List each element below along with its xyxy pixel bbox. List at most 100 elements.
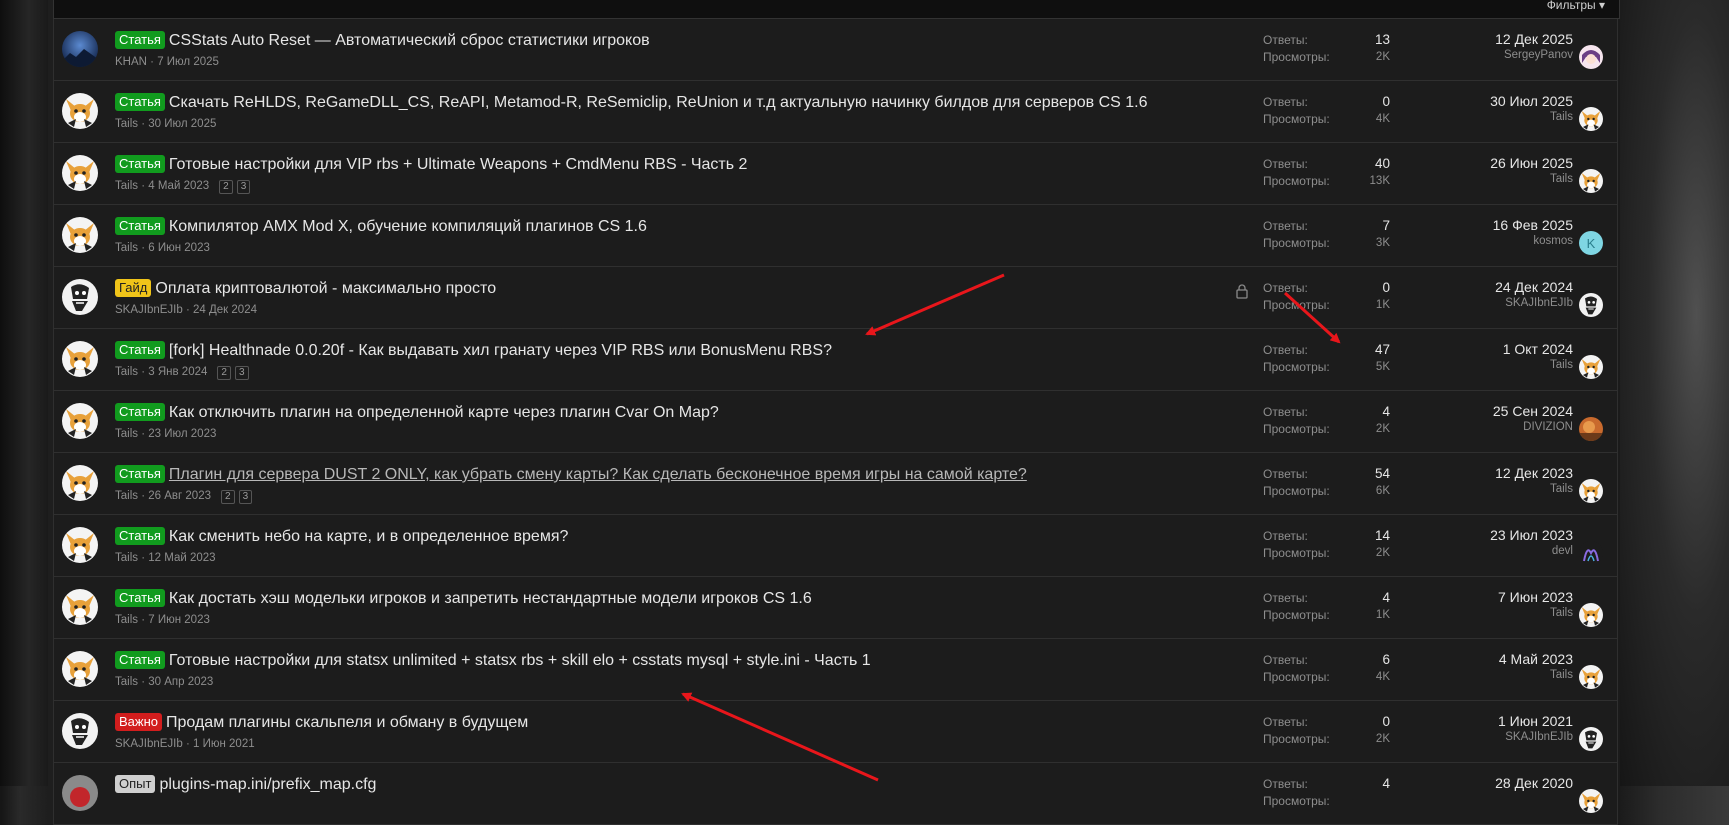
last-poster-avatar[interactable] xyxy=(1579,727,1603,751)
author-link[interactable]: Tails xyxy=(115,428,138,440)
author-link[interactable]: Tails xyxy=(115,118,138,130)
last-post-date[interactable]: 30 Июл 2025 xyxy=(1490,93,1573,111)
thread-row[interactable]: Статья Компилятор AMX Mod X, обучение ком… xyxy=(53,205,1618,267)
last-poster-avatar[interactable] xyxy=(1579,541,1603,565)
start-date[interactable]: 24 Дек 2024 xyxy=(193,304,257,316)
prefix-badge[interactable]: Опыт xyxy=(115,775,156,793)
last-post-date[interactable]: 28 Дек 2020 xyxy=(1495,775,1573,793)
thread-row[interactable]: Статья Как отключить плагин на определенн… xyxy=(53,391,1618,453)
author-avatar[interactable] xyxy=(62,155,98,191)
last-poster-avatar[interactable] xyxy=(1579,45,1603,69)
thread-title-link[interactable]: Скачать ReHLDS, ReGameDLL_CS, ReAPI, Met… xyxy=(169,94,1148,111)
last-post-date[interactable]: 25 Сен 2024 xyxy=(1493,403,1573,421)
thread-title-link[interactable]: Как достать хэш модельки игроков и запре… xyxy=(169,590,812,607)
thread-row[interactable]: Важно Продам плагины скальпеля и обману в… xyxy=(53,701,1618,763)
author-avatar[interactable] xyxy=(62,527,98,563)
thread-row[interactable]: Статья CSStats Auto Reset — Автоматически… xyxy=(53,19,1618,81)
author-link[interactable]: Tails xyxy=(115,614,138,626)
page-link[interactable]: 2 xyxy=(217,366,231,380)
start-date[interactable]: 3 Янв 2024 xyxy=(148,366,207,378)
last-poster-avatar[interactable] xyxy=(1579,603,1603,627)
last-post-date[interactable]: 23 Июл 2023 xyxy=(1490,527,1573,545)
start-date[interactable]: 7 Июл 2025 xyxy=(157,56,219,68)
last-post-date[interactable]: 12 Дек 2023 xyxy=(1495,465,1573,483)
thread-title-link[interactable]: Компилятор AMX Mod X, обучение компиляци… xyxy=(169,218,647,235)
author-avatar[interactable] xyxy=(62,651,98,687)
prefix-badge[interactable]: Важно xyxy=(115,713,163,731)
last-post-user[interactable]: SergeyPanov xyxy=(1495,49,1573,61)
page-link[interactable]: 2 xyxy=(219,180,233,194)
prefix-badge[interactable]: Статья xyxy=(115,403,165,421)
last-post-date[interactable]: 26 Июн 2025 xyxy=(1490,155,1573,173)
author-avatar[interactable] xyxy=(62,93,98,129)
prefix-badge[interactable]: Гайд xyxy=(115,279,152,297)
last-poster-avatar[interactable] xyxy=(1579,169,1603,193)
author-avatar[interactable] xyxy=(62,217,98,253)
page-link[interactable]: 3 xyxy=(236,180,251,194)
author-link[interactable]: Tails xyxy=(115,552,138,564)
last-poster-avatar[interactable] xyxy=(1579,665,1603,689)
last-post-date[interactable]: 16 Фев 2025 xyxy=(1493,217,1573,235)
thread-title-link[interactable]: Как сменить небо на карте, и в определен… xyxy=(169,528,568,545)
author-link[interactable]: Tails xyxy=(115,366,138,378)
last-post-date[interactable]: 7 Июн 2023 xyxy=(1498,589,1573,607)
last-post-user[interactable]: Tails xyxy=(1503,359,1573,371)
last-poster-avatar[interactable] xyxy=(1579,293,1603,317)
start-date[interactable]: 26 Авг 2023 xyxy=(148,490,211,502)
last-post-user[interactable]: devl xyxy=(1490,545,1573,557)
author-link[interactable]: Tails xyxy=(115,242,138,254)
last-poster-avatar[interactable] xyxy=(1579,417,1603,441)
thread-title-link[interactable]: [fork] Healthnade 0.0.20f - Как выдавать… xyxy=(169,342,832,359)
last-poster-avatar[interactable]: K xyxy=(1579,231,1603,255)
last-post-user[interactable]: SKAJIbnEJIb xyxy=(1498,731,1573,743)
prefix-badge[interactable]: Статья xyxy=(115,341,165,359)
thread-row[interactable]: Статья Как достать хэш модельки игроков и… xyxy=(53,577,1618,639)
thread-row[interactable]: Статья Готовые настройки для statsx unlim… xyxy=(53,639,1618,701)
thread-row[interactable]: Гайд Оплата криптовалютой - максимально п… xyxy=(53,267,1618,329)
last-post-date[interactable]: 12 Дек 2025 xyxy=(1495,31,1573,49)
author-avatar[interactable] xyxy=(62,403,98,439)
last-post-user[interactable]: kosmos xyxy=(1493,235,1573,247)
prefix-badge[interactable]: Статья xyxy=(115,589,165,607)
last-poster-avatar[interactable] xyxy=(1579,107,1603,131)
author-link[interactable]: Tails xyxy=(115,180,138,192)
thread-title-link[interactable]: Оплата криптовалютой - максимально прост… xyxy=(155,280,496,297)
author-avatar[interactable] xyxy=(62,775,98,811)
thread-title-link[interactable]: Продам плагины скальпеля и обману в буду… xyxy=(166,714,528,731)
start-date[interactable]: 30 Июл 2025 xyxy=(148,118,216,130)
prefix-badge[interactable]: Статья xyxy=(115,155,165,173)
last-post-user[interactable]: Tails xyxy=(1499,669,1573,681)
last-post-user[interactable]: Tails xyxy=(1495,483,1573,495)
start-date[interactable]: 7 Июн 2023 xyxy=(148,614,210,626)
author-avatar[interactable] xyxy=(62,589,98,625)
author-avatar[interactable] xyxy=(62,341,98,377)
start-date[interactable]: 6 Июн 2023 xyxy=(148,242,210,254)
start-date[interactable]: 1 Июн 2021 xyxy=(193,738,255,750)
last-post-user[interactable]: Tails xyxy=(1490,173,1573,185)
last-post-user[interactable]: Tails xyxy=(1490,111,1573,123)
start-date[interactable]: 23 Июл 2023 xyxy=(148,428,216,440)
thread-row[interactable]: Статья Скачать ReHLDS, ReGameDLL_CS, ReAP… xyxy=(53,81,1618,143)
last-post-date[interactable]: 1 Июн 2021 xyxy=(1498,713,1573,731)
author-avatar[interactable] xyxy=(62,465,98,501)
last-poster-avatar[interactable] xyxy=(1579,355,1603,379)
prefix-badge[interactable]: Статья xyxy=(115,527,165,545)
author-link[interactable]: Tails xyxy=(115,676,138,688)
last-post-date[interactable]: 24 Дек 2024 xyxy=(1495,279,1573,297)
thread-title-link[interactable]: Как отключить плагин на определенной кар… xyxy=(169,404,719,421)
filters-dropdown[interactable]: Фильтры ▾ xyxy=(1547,0,1605,12)
start-date[interactable]: 12 Май 2023 xyxy=(148,552,215,564)
author-avatar[interactable] xyxy=(62,31,98,67)
prefix-badge[interactable]: Статья xyxy=(115,217,165,235)
thread-title-link[interactable]: Готовые настройки для statsx unlimited +… xyxy=(169,652,871,669)
author-avatar[interactable] xyxy=(62,279,98,315)
thread-row[interactable]: Статья Готовые настройки для VIP rbs + Ul… xyxy=(53,143,1618,205)
last-post-date[interactable]: 1 Окт 2024 xyxy=(1503,341,1573,359)
last-post-user[interactable]: SKAJIbnEJIb xyxy=(1495,297,1573,309)
thread-title-link[interactable]: plugins-map.ini/prefix_map.cfg xyxy=(159,776,376,793)
thread-title-link[interactable]: Готовые настройки для VIP rbs + Ultimate… xyxy=(169,156,748,173)
author-avatar[interactable] xyxy=(62,713,98,749)
last-poster-avatar[interactable] xyxy=(1579,479,1603,503)
prefix-badge[interactable]: Статья xyxy=(115,31,165,49)
last-poster-avatar[interactable] xyxy=(1579,789,1603,813)
